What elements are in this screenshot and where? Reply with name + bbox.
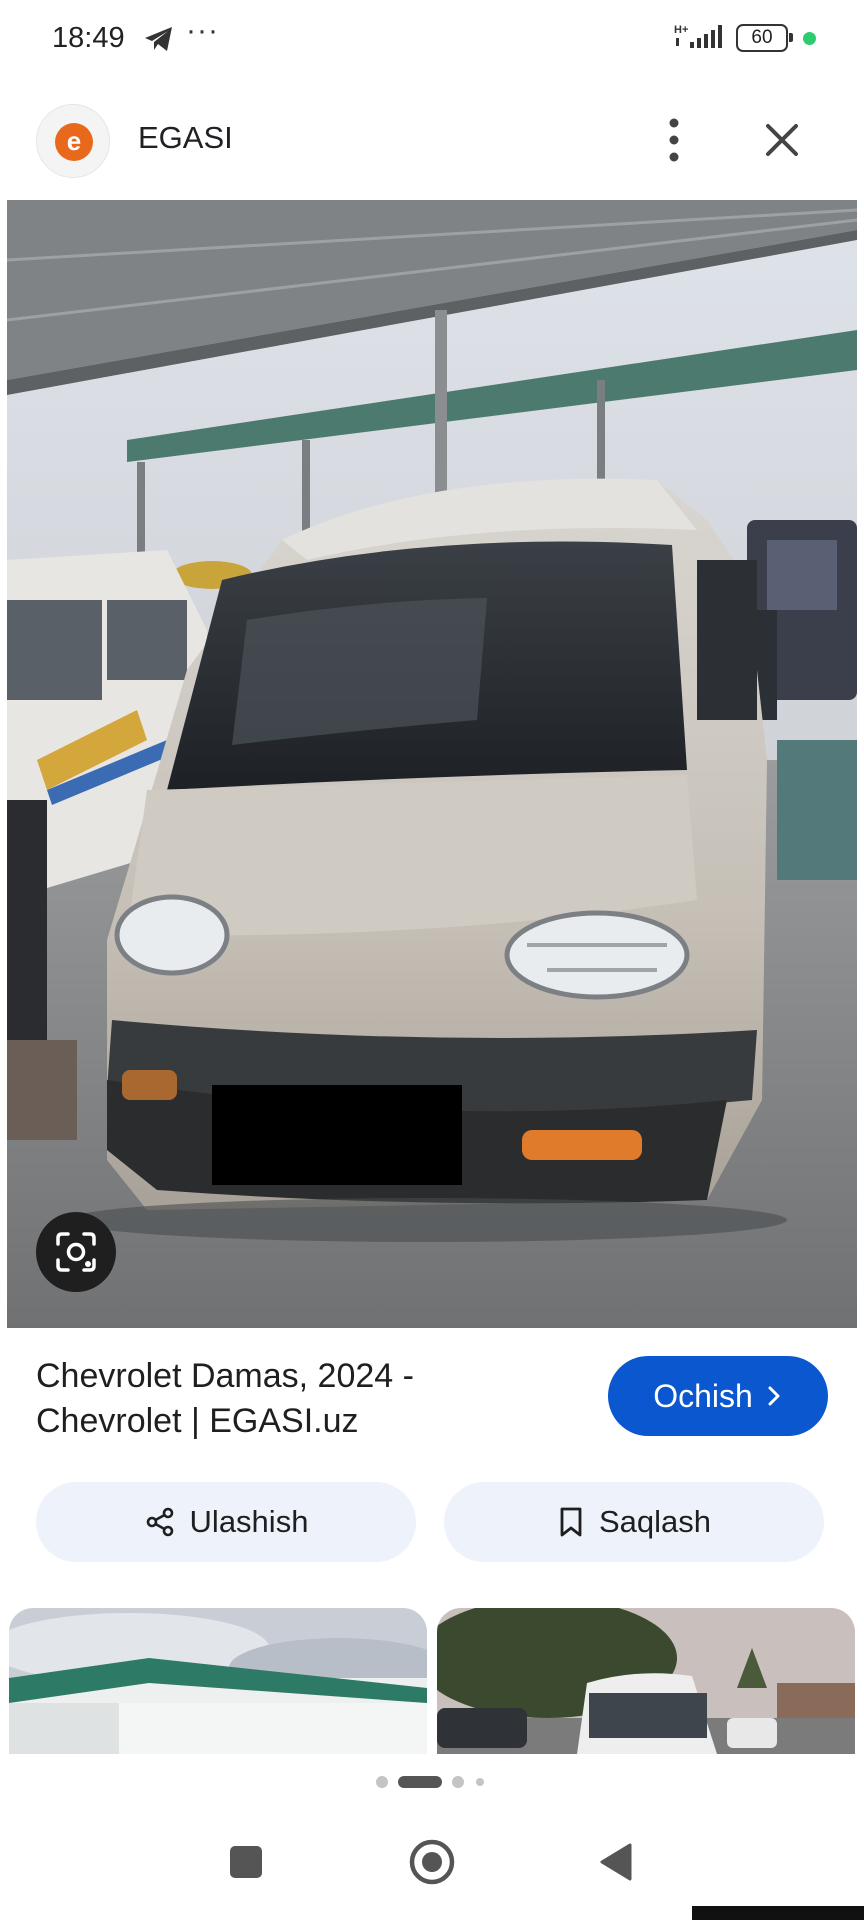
share-label: Ulashish	[189, 1504, 309, 1539]
lens-search-button[interactable]	[36, 1212, 116, 1292]
active-dot-icon	[803, 32, 816, 45]
battery-level: 60	[751, 27, 773, 48]
open-button[interactable]: Ochish	[608, 1356, 828, 1436]
site-logo[interactable]: e	[36, 104, 110, 178]
page-dot	[476, 1778, 484, 1786]
lens-camera-icon	[56, 1232, 96, 1272]
status-bar: 18:49 ··· H+ 60	[0, 0, 864, 80]
home-icon[interactable]	[408, 1838, 456, 1886]
page-dot-active	[398, 1776, 442, 1788]
status-time: 18:49	[52, 22, 125, 54]
van-photo	[7, 200, 857, 1328]
related-image-thumbnail[interactable]	[437, 1608, 855, 1754]
related-image-thumbnail[interactable]	[9, 1608, 427, 1754]
more-notifications-icon: ···	[186, 14, 219, 47]
save-label: Saqlash	[598, 1504, 712, 1539]
battery-icon: 60	[736, 24, 793, 52]
carousel-pagination	[376, 1776, 496, 1790]
close-icon[interactable]	[760, 118, 804, 162]
result-title-line1: Chevrolet Damas, 2024 -	[36, 1357, 414, 1395]
building-photo	[9, 1608, 427, 1754]
share-button[interactable]: Ulashish	[36, 1482, 416, 1562]
result-title[interactable]: Chevrolet Damas, 2024 - Chevrolet | EGAS…	[36, 1354, 576, 1444]
viewer-header: e EGASI	[0, 96, 864, 186]
chevron-right-icon	[768, 1386, 780, 1406]
open-button-label: Ochish	[653, 1377, 753, 1414]
svg-text:e: e	[67, 126, 81, 156]
site-title[interactable]: EGASI	[138, 120, 233, 156]
network-type-label: H+	[674, 24, 688, 36]
signal-icon: H+	[674, 24, 722, 48]
bookmark-icon	[560, 1507, 582, 1537]
main-image[interactable]	[7, 200, 857, 1328]
gesture-handle	[692, 1906, 864, 1920]
back-icon[interactable]	[598, 1842, 634, 1882]
more-vert-icon[interactable]	[654, 112, 694, 168]
egasi-logo-icon: e	[55, 123, 93, 161]
page-dot	[452, 1776, 464, 1788]
page-dot	[376, 1776, 388, 1788]
recent-apps-icon[interactable]	[230, 1846, 262, 1878]
share-icon	[146, 1507, 173, 1537]
van-lot-photo	[437, 1608, 855, 1754]
save-button[interactable]: Saqlash	[444, 1482, 824, 1562]
result-title-line2: Chevrolet | EGASI.uz	[36, 1402, 359, 1440]
image-viewer-page: 18:49 ··· H+ 60 e EGASI Chevrolet Damas,…	[0, 0, 864, 1920]
telegram-icon	[145, 27, 172, 51]
